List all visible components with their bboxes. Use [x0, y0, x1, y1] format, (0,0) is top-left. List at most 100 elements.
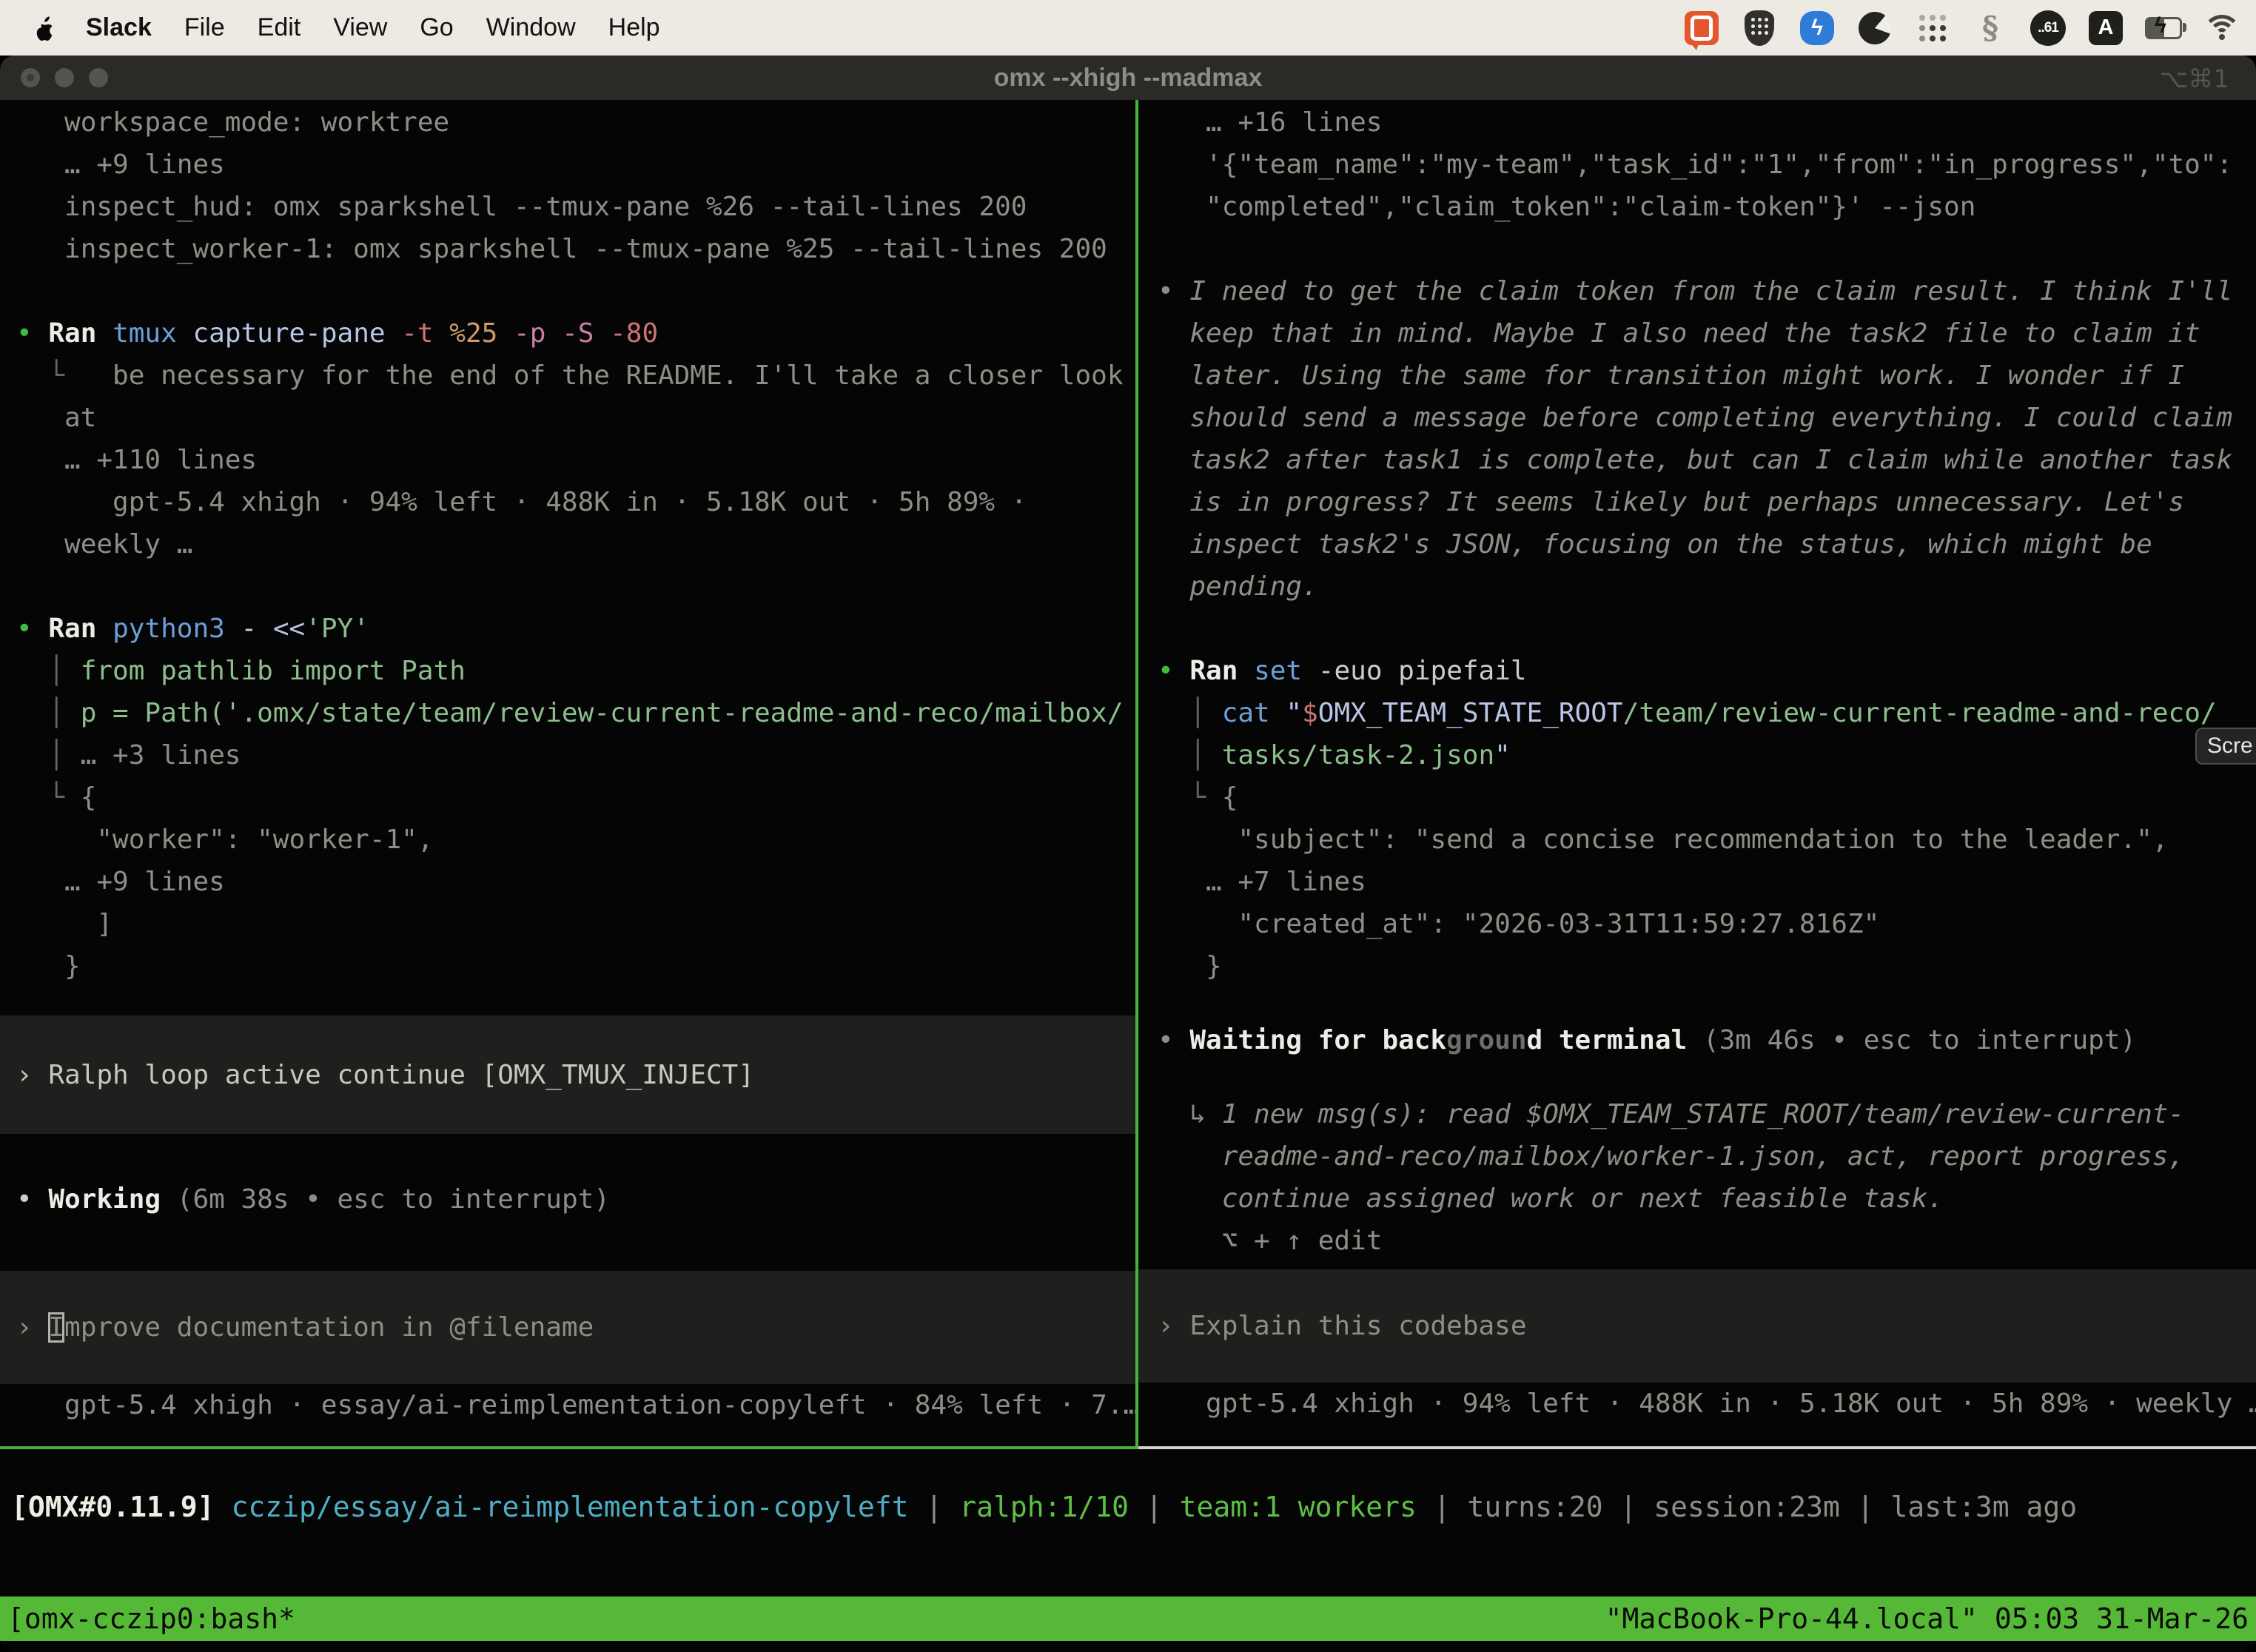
terminal-line: ]: [0, 903, 1135, 945]
badge-61-icon[interactable]: ..61: [2030, 10, 2067, 47]
terminal-line: │ cat "$OMX_TEAM_STATE_ROOT/team/review-…: [1138, 692, 2256, 734]
window-title-bar: omx --xhigh --madmax ⌥⌘1: [0, 56, 2256, 100]
left-pane-output: workspace_mode: worktree … +9 lines insp…: [0, 101, 1135, 987]
wifi-icon[interactable]: [2203, 10, 2240, 47]
menu-item-file[interactable]: File: [184, 13, 225, 42]
battery-icon[interactable]: ϟ: [2145, 10, 2182, 47]
terminal-line: • I need to get the claim token from the…: [1138, 270, 2256, 312]
left-terminal-pane[interactable]: workspace_mode: worktree … +9 lines insp…: [0, 100, 1135, 1446]
terminal-line: at: [0, 397, 1135, 439]
terminal-line: … +9 lines: [0, 144, 1135, 186]
blue-bolt-icon[interactable]: ϟ: [1799, 10, 1836, 47]
waiting-status-line: • Waiting for background terminal (3m 46…: [1138, 1019, 2256, 1061]
mailbox-message: ↳ 1 new msg(s): read $OMX_TEAM_STATE_ROO…: [1138, 1093, 2256, 1262]
terminal-line: ↳ 1 new msg(s): read $OMX_TEAM_STATE_ROO…: [1138, 1093, 2256, 1135]
pie-chart-icon[interactable]: [1856, 10, 1893, 47]
minimize-button[interactable]: [55, 68, 74, 87]
terminal-line: }: [0, 945, 1135, 987]
traffic-lights: [21, 68, 108, 87]
terminal-line: '{"team_name":"my-team","task_id":"1","f…: [1138, 144, 2256, 186]
tmux-host-time-label: "MacBook-Pro-44.local" 05:03 31-Mar-26: [1605, 1602, 2249, 1635]
menu-item-edit[interactable]: Edit: [258, 13, 301, 42]
left-model-status-line: gpt-5.4 xhigh · essay/ai-reimplementatio…: [0, 1384, 1135, 1426]
terminal-line: │ from pathlib import Path: [0, 650, 1135, 692]
terminal-line: task2 after task1 is complete, but can I…: [1138, 439, 2256, 481]
terminal-line: pending.: [1138, 565, 2256, 608]
terminal-window: omx --xhigh --madmax ⌥⌘1 workspace_mode:…: [0, 56, 2256, 1652]
left-prompt-input[interactable]: › Improve documentation in @filename: [0, 1271, 1135, 1384]
terminal-line: • Ran tmux capture-pane -t %25 -p -S -80: [0, 312, 1135, 355]
terminal-line: "completed","claim_token":"claim-token"}…: [1138, 186, 2256, 228]
terminal-line: › Explain this codebase: [1138, 1305, 2256, 1347]
terminal-line: [OMX#0.11.9] cczip/essay/ai-reimplementa…: [0, 1486, 2256, 1528]
terminal-line: keep that in mind. Maybe I also need the…: [1138, 312, 2256, 355]
menu-bar: Slack File Edit View Go Window Help ϟ § …: [0, 0, 2256, 56]
terminal-line: [0, 270, 1135, 312]
terminal-line: … +110 lines: [0, 439, 1135, 481]
tmux-status-bar: [omx-cczip0:bash* "MacBook-Pro-44.local"…: [0, 1596, 2256, 1641]
dots-grid-icon[interactable]: [1914, 10, 1951, 47]
terminal-line: • Ran set -euo pipefail: [1138, 650, 2256, 692]
window-shortcut-label: ⌥⌘1: [2159, 64, 2229, 94]
letter-a-icon[interactable]: A: [2087, 10, 2124, 47]
screen-overlay-button[interactable]: Scre: [2195, 728, 2256, 765]
menu-app-name[interactable]: Slack: [86, 13, 152, 42]
terminal-line: weekly …: [0, 523, 1135, 565]
menu-item-view[interactable]: View: [333, 13, 387, 42]
working-status-line: • Working (6m 38s • esc to interrupt): [0, 1178, 1135, 1220]
omx-session-status: [OMX#0.11.9] cczip/essay/ai-reimplementa…: [0, 1449, 2256, 1528]
shield-grid-icon[interactable]: [1741, 10, 1778, 47]
terminal-line: "created_at": "2026-03-31T11:59:27.816Z": [1138, 903, 2256, 945]
tmux-session-label: [omx-cczip0:bash*: [7, 1602, 295, 1635]
terminal-line: should send a message before completing …: [1138, 397, 2256, 439]
right-pane-output: … +16 lines '{"team_name":"my-team","tas…: [1138, 101, 2256, 987]
pane-border-bottom-right: [1138, 1446, 2256, 1449]
terminal-line: │ p = Path('.omx/state/team/review-curre…: [0, 692, 1135, 734]
terminal-line: inspect_worker-1: omx sparkshell --tmux-…: [0, 228, 1135, 270]
screen-overlay-label: Scre: [2207, 733, 2253, 759]
terminal-line: › Improve documentation in @filename: [0, 1306, 1135, 1349]
terminal-line: └ be necessary for the end of the README…: [0, 355, 1135, 397]
apple-icon[interactable]: [34, 15, 56, 41]
terminal-line: [1138, 228, 2256, 270]
terminal-line: inspect task2's JSON, focusing on the st…: [1138, 523, 2256, 565]
terminal-line: • Working (6m 38s • esc to interrupt): [0, 1178, 1135, 1220]
terminal-line: [0, 565, 1135, 608]
terminal-line: ⌥ + ↑ edit: [1138, 1220, 2256, 1262]
terminal-line: [1138, 608, 2256, 650]
terminal-line: gpt-5.4 xhigh · 94% left · 488K in · 5.1…: [0, 481, 1135, 523]
terminal-line: └ {: [1138, 776, 2256, 819]
right-model-status-line: gpt-5.4 xhigh · 94% left · 488K in · 5.1…: [1138, 1383, 2256, 1425]
terminal-line: • Waiting for background terminal (3m 46…: [1138, 1019, 2256, 1061]
terminal-line: │ … +3 lines: [0, 734, 1135, 776]
ralph-inject-banner[interactable]: › Ralph loop active continue [OMX_TMUX_I…: [0, 1015, 1135, 1134]
terminal-line: … +16 lines: [1138, 101, 2256, 144]
terminal-line: readme-and-reco/mailbox/worker-1.json, a…: [1138, 1135, 2256, 1178]
terminal-line: }: [1138, 945, 2256, 987]
terminal-line: │ tasks/task-2.json": [1138, 734, 2256, 776]
squiggle-icon[interactable]: §: [1972, 10, 2009, 47]
menu-bar-status-icons: ϟ § ..61 A ϟ: [1683, 10, 2240, 47]
terminal-line: later. Using the same for transition mig…: [1138, 355, 2256, 397]
zoom-button[interactable]: [89, 68, 108, 87]
terminal-line: "subject": "send a concise recommendatio…: [1138, 819, 2256, 861]
right-prompt-input[interactable]: › Explain this codebase: [1138, 1269, 2256, 1383]
window-title: omx --xhigh --madmax: [994, 64, 1263, 93]
menu-item-help[interactable]: Help: [608, 13, 660, 42]
terminal-line: "worker": "worker-1",: [0, 819, 1135, 861]
menu-item-go[interactable]: Go: [420, 13, 453, 42]
right-terminal-pane[interactable]: … +16 lines '{"team_name":"my-team","tas…: [1138, 100, 2256, 1446]
terminal-line: workspace_mode: worktree: [0, 101, 1135, 144]
terminal-line: inspect_hud: omx sparkshell --tmux-pane …: [0, 186, 1135, 228]
terminal-line: … +9 lines: [0, 861, 1135, 903]
pane-divider-vertical[interactable]: [1135, 100, 1138, 1449]
terminal-line: … +7 lines: [1138, 861, 2256, 903]
chat-app-icon[interactable]: [1683, 10, 1720, 47]
terminal-line: gpt-5.4 xhigh · 94% left · 488K in · 5.1…: [1138, 1383, 2256, 1425]
terminal-line: › Ralph loop active continue [OMX_TMUX_I…: [0, 1054, 1135, 1096]
terminal-line: is in progress? It seems likely but perh…: [1138, 481, 2256, 523]
terminal-line: └ {: [0, 776, 1135, 819]
close-button[interactable]: [21, 68, 40, 87]
menu-item-window[interactable]: Window: [486, 13, 576, 42]
pane-border-bottom-left: [0, 1446, 1138, 1449]
